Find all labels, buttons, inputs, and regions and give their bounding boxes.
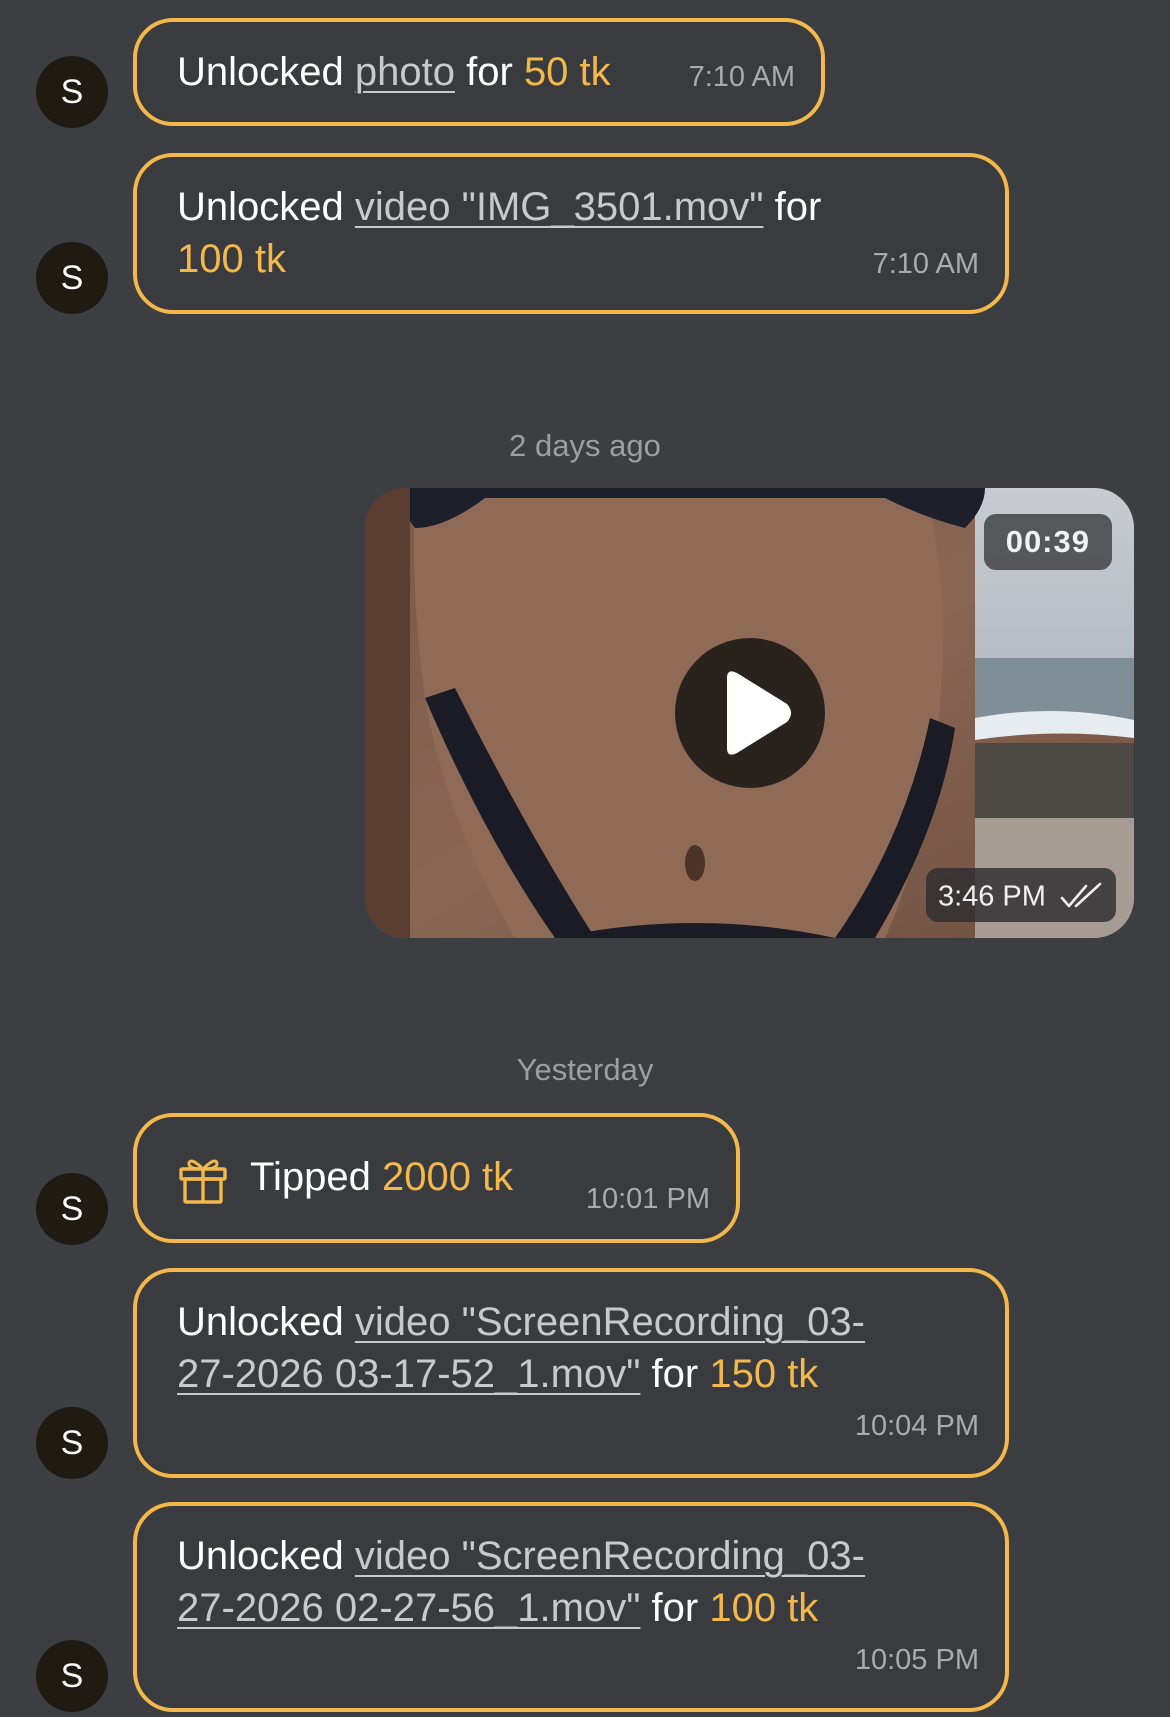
avatar[interactable]: S: [36, 1407, 108, 1479]
message-time: 3:46 PM: [925, 868, 1116, 922]
tip-event-bubble[interactable]: Tipped 2000 tk 10:01 PM: [133, 1113, 740, 1243]
media-link[interactable]: video "ScreenRecording_03-: [355, 1534, 865, 1578]
token-amount: 100 tk: [709, 1586, 819, 1630]
event-prefix: Tipped: [250, 1155, 371, 1199]
message-time: 10:01 PM: [585, 1183, 710, 1215]
for-label: for: [651, 1586, 699, 1630]
message-time: 10:05 PM: [854, 1644, 979, 1676]
avatar[interactable]: S: [36, 56, 108, 128]
avatar[interactable]: S: [36, 1173, 108, 1245]
video-message[interactable]: 00:39 3:46 PM: [365, 488, 1134, 938]
event-text: Unlocked photo for 50 tk: [177, 46, 611, 98]
media-link[interactable]: photo: [355, 50, 455, 94]
unlock-event-bubble[interactable]: Unlocked photo for 50 tk 7:10 AM: [133, 18, 825, 126]
event-prefix: Unlocked: [177, 185, 344, 229]
media-link[interactable]: video "ScreenRecording_03-: [355, 1300, 865, 1344]
event-text: Unlocked video "ScreenRecording_03- 27-2…: [177, 1530, 977, 1634]
for-label: for: [466, 50, 513, 94]
media-link[interactable]: 27-2026 02-27-56_1.mov": [177, 1586, 640, 1630]
media-link[interactable]: video "IMG_3501.mov": [355, 185, 764, 229]
event-prefix: Unlocked: [177, 50, 344, 94]
unlock-event-bubble[interactable]: Unlocked video "ScreenRecording_03- 27-2…: [133, 1268, 1009, 1478]
token-amount: 150 tk: [709, 1352, 819, 1396]
for-label: for: [774, 185, 822, 229]
message-time-label: 3:46 PM: [937, 880, 1046, 913]
event-text: Unlocked video "ScreenRecording_03- 27-2…: [177, 1296, 977, 1400]
token-amount: 50 tk: [523, 50, 611, 94]
video-duration: 00:39: [983, 514, 1112, 570]
message-time: 7:10 AM: [872, 248, 979, 280]
date-separator: Yesterday: [516, 1052, 654, 1087]
message-time: 7:10 AM: [688, 61, 795, 93]
date-separator: 2 days ago: [509, 428, 661, 463]
avatar[interactable]: S: [36, 242, 108, 314]
event-prefix: Unlocked: [177, 1300, 344, 1344]
unlock-event-bubble[interactable]: Unlocked video "ScreenRecording_03- 27-2…: [133, 1502, 1009, 1712]
gift-icon: [179, 1159, 227, 1204]
avatar[interactable]: S: [36, 1640, 108, 1712]
play-button[interactable]: [675, 638, 825, 788]
message-time: 10:04 PM: [854, 1410, 979, 1442]
media-link[interactable]: 27-2026 03-17-52_1.mov": [177, 1352, 640, 1396]
event-text: Tipped 2000 tk: [250, 1151, 513, 1203]
event-prefix: Unlocked: [177, 1534, 344, 1578]
play-icon: [727, 671, 791, 755]
token-amount: 2000 tk: [381, 1155, 514, 1199]
double-check-icon: [1060, 883, 1102, 908]
token-amount: 100 tk: [177, 237, 286, 281]
event-text: Unlocked video "IMG_3501.mov" for 100 tk: [177, 181, 897, 285]
for-label: for: [651, 1352, 699, 1396]
unlock-event-bubble[interactable]: Unlocked video "IMG_3501.mov" for 100 tk…: [133, 153, 1009, 314]
